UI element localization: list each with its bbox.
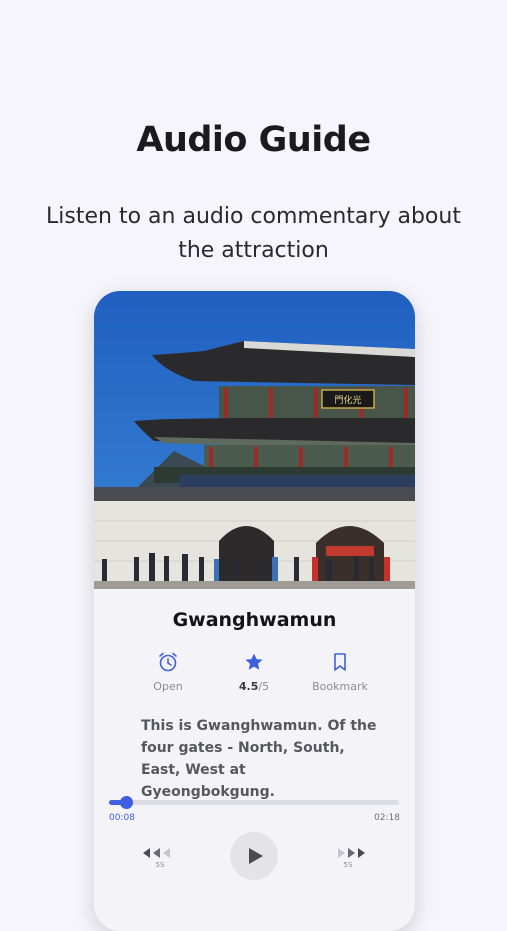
forward-button[interactable]: 5S [328, 845, 368, 875]
rating-max: /5 [258, 680, 270, 693]
open-label: Open [153, 680, 183, 693]
rating-value: 4.5 [238, 680, 259, 693]
photo-sign-text: 門化光 [334, 394, 361, 406]
attraction-photo: 門化光 [94, 291, 415, 589]
bookmark-button[interactable]: Bookmark [295, 651, 385, 693]
total-time: 02:18 [374, 813, 400, 823]
bookmark-label: Bookmark [312, 680, 368, 693]
star-icon [245, 653, 263, 670]
audio-progress-thumb[interactable] [119, 796, 133, 809]
phone-mockup: 門化光 Gwanghwamun Open 4.5/5 Bookmark This… [94, 291, 415, 931]
audio-progress-bar[interactable] [109, 796, 399, 809]
play-button[interactable] [230, 832, 278, 880]
play-icon [249, 848, 263, 864]
fast-forward-icon [338, 848, 365, 858]
current-time: 00:08 [109, 813, 135, 823]
rewind-button[interactable]: 5S [140, 845, 180, 875]
bookmark-icon [334, 653, 346, 671]
rewind-seconds: 5S [155, 861, 165, 869]
promo-subline: Listen to an audio commentary about the … [46, 204, 461, 263]
alarm-clock-icon [159, 652, 177, 672]
promo-headline: Audio Guide [136, 120, 371, 160]
open-hours-button[interactable]: Open [123, 651, 213, 693]
attraction-title: Gwanghwamun [172, 609, 337, 631]
forward-seconds: 5S [343, 861, 353, 869]
rewind-icon [143, 848, 170, 858]
rating-button[interactable]: 4.5/5 [209, 651, 299, 693]
attraction-description: This is Gwanghwamun. Of the four gates -… [141, 718, 377, 800]
